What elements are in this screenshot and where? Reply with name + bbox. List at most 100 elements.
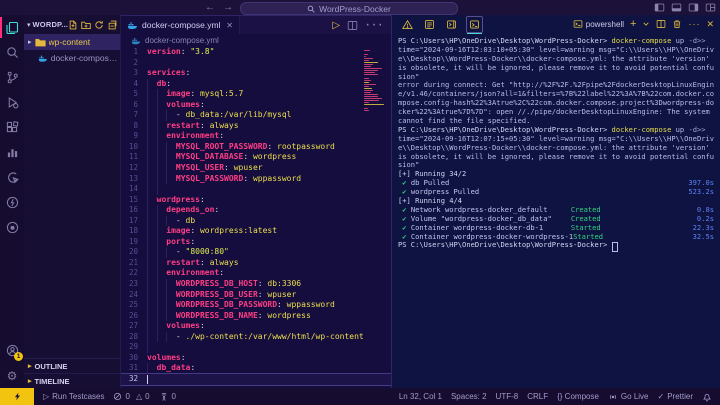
code-line[interactable]: 29 — [121, 342, 391, 353]
kill-terminal-icon[interactable] — [672, 19, 682, 29]
code-line[interactable]: 22 environment: — [121, 268, 391, 279]
code-line[interactable]: 17- db — [121, 216, 391, 227]
chevron-down-icon[interactable]: ▾ — [27, 21, 31, 29]
encoding[interactable]: UTF-8 — [496, 392, 519, 401]
code-line[interactable]: 1 version: "3.8" — [121, 47, 391, 58]
tree-item-wp-content[interactable]: ▸ wp-content — [24, 34, 120, 50]
code-editor[interactable]: 1 version: "3.8" 2 3 services:4 db:5 image: my… — [121, 47, 391, 388]
code-line[interactable]: 20- "8000:80" — [121, 247, 391, 258]
code-line[interactable]: 31 db_data: — [121, 363, 391, 374]
live-share-icon[interactable] — [0, 165, 24, 190]
tree-item-docker-compose[interactable]: docker-compose.yml — [24, 50, 120, 66]
github-icon[interactable] — [0, 215, 24, 240]
nav-forward-icon[interactable]: → — [223, 0, 233, 15]
outline-section[interactable]: ▸ OUTLINE — [24, 358, 120, 373]
code-line[interactable]: 27 volumes: — [121, 321, 391, 332]
code-line[interactable]: 23 WORDPRESS_DB_HOST: db:3306 — [121, 279, 391, 290]
terminal-output[interactable]: PS C:\Users\HP\OneDrive\Desktop\WordPres… — [392, 33, 720, 388]
new-folder-icon[interactable] — [81, 20, 91, 30]
customize-layout-icon[interactable] — [705, 2, 716, 13]
debug-console-tab-icon[interactable] — [444, 17, 459, 32]
code-line[interactable]: 16 depends_on: — [121, 205, 391, 216]
code-line[interactable]: 13 MYSQL_PASSWORD: wppassword — [121, 174, 391, 185]
collapse-all-icon[interactable] — [107, 20, 117, 30]
notifications-bell-icon[interactable] — [702, 392, 712, 402]
run-file-icon[interactable]: ▷ — [332, 20, 340, 31]
breadcrumb[interactable]: docker-compose.yml — [121, 34, 391, 47]
code-line[interactable]: 14 — [121, 184, 391, 195]
toggle-sidebar-icon[interactable] — [654, 2, 665, 13]
code-line[interactable]: 21 restart: always — [121, 258, 391, 269]
terminal-line: is obsolete, it will be ignored, please … — [398, 62, 715, 72]
chevron-right-icon: ▸ — [28, 39, 32, 46]
thunder-client-icon[interactable] — [0, 190, 24, 215]
refresh-icon[interactable] — [94, 20, 104, 30]
more-actions-icon[interactable]: ··· — [365, 16, 384, 34]
language-mode[interactable]: {} Compose — [557, 392, 599, 401]
indentation[interactable]: Spaces: 2 — [451, 392, 487, 401]
accounts-icon[interactable]: 1 — [0, 338, 24, 363]
code-line[interactable]: 24 WORDPRESS_DB_USER: wpuser — [121, 290, 391, 301]
code-line[interactable]: 19 ports: — [121, 237, 391, 248]
nav-back-icon[interactable]: ← — [205, 0, 215, 15]
command-center-search[interactable]: WordPress-Docker — [240, 2, 458, 15]
shell-session[interactable]: powershell — [573, 19, 624, 29]
broadcast-icon — [609, 394, 616, 399]
code-line[interactable]: 12 MYSQL_USER: wpuser — [121, 163, 391, 174]
remote-indicator[interactable] — [0, 388, 34, 405]
code-line[interactable]: 30 volumes: — [121, 353, 391, 364]
code-line[interactable]: 10 MYSQL_ROOT_PASSWORD: rootpassword — [121, 142, 391, 153]
code-line[interactable]: 3 services: — [121, 68, 391, 79]
code-line[interactable]: 25 WORDPRESS_DB_PASSWORD: wppassword — [121, 300, 391, 311]
code-line[interactable]: 18 image: wordpress:latest — [121, 226, 391, 237]
errors-icon — [114, 392, 122, 401]
source-control-icon[interactable] — [0, 65, 24, 90]
code-line[interactable]: 26 WORDPRESS_DB_NAME: wordpress — [121, 311, 391, 322]
code-line[interactable]: 28- ./wp-content:/var/www/html/wp-conten… — [121, 332, 391, 343]
code-line[interactable]: 7- db_data:/var/lib/mysql — [121, 110, 391, 121]
code-line[interactable]: 15 wordpress: — [121, 195, 391, 206]
toggle-panel-icon[interactable] — [671, 2, 682, 13]
code-line[interactable]: 2 — [121, 58, 391, 69]
close-tab-icon[interactable]: ✕ — [226, 21, 233, 30]
extensions-icon[interactable] — [0, 115, 24, 140]
breadcrumb-item[interactable]: docker-compose.yml — [145, 36, 219, 45]
ports-indicator[interactable]: 0 — [159, 392, 176, 402]
code-line[interactable]: 6 volumes: — [121, 100, 391, 111]
search-view-icon[interactable] — [0, 40, 24, 65]
code-line[interactable]: 4 db: — [121, 79, 391, 90]
terminal-panel: powershell + ··· ✕ PS C:\Users\HP\OneDri… — [391, 15, 720, 388]
code-line[interactable]: 8 restart: always — [121, 121, 391, 132]
code-line[interactable]: 5 image: mysql:5.7 — [121, 89, 391, 100]
explorer-sidebar: ▾ WORDP... ▸ wp-content docker-compose.y… — [24, 15, 121, 388]
new-file-icon[interactable] — [68, 20, 78, 30]
split-terminal-icon[interactable] — [656, 19, 666, 29]
close-panel-icon[interactable]: ✕ — [706, 19, 714, 30]
problems-tab-icon[interactable] — [400, 17, 415, 32]
file-tree: ▸ wp-content docker-compose.yml — [24, 34, 120, 358]
run-testcases-button[interactable]: ▷ Run Testcases — [43, 392, 104, 401]
new-terminal-icon[interactable]: + — [630, 18, 636, 30]
toggle-secondary-sidebar-icon[interactable] — [688, 2, 699, 13]
terminal-tab-icon[interactable] — [466, 15, 483, 34]
minimap[interactable] — [364, 50, 386, 114]
go-live-button[interactable]: Go Live — [608, 392, 649, 402]
code-line[interactable]: 11 MYSQL_DATABASE: wordpress — [121, 152, 391, 163]
terminal-dropdown-icon[interactable] — [642, 20, 650, 28]
more-actions-icon[interactable]: ··· — [688, 19, 700, 29]
problems-summary[interactable]: 0 △ 0 — [113, 392, 150, 401]
explorer-icon[interactable] — [0, 15, 24, 40]
code-line[interactable]: 32 — [121, 373, 391, 385]
tab-docker-compose[interactable]: docker-compose.yml ✕ — [121, 16, 240, 34]
code-line[interactable]: 9 environment: — [121, 131, 391, 142]
run-debug-icon[interactable] — [0, 90, 24, 115]
chart-extension-icon[interactable] — [0, 140, 24, 165]
prettier-button[interactable]: ✓ Prettier — [658, 392, 694, 401]
timeline-section[interactable]: ▸ TIMELINE — [24, 373, 120, 388]
cursor-position[interactable]: Ln 32, Col 1 — [399, 392, 442, 401]
eol-sequence[interactable]: CRLF — [527, 392, 548, 401]
split-editor-icon[interactable] — [347, 20, 358, 31]
settings-gear-icon[interactable]: ⚙ — [0, 363, 24, 388]
docker-icon — [131, 37, 141, 44]
output-tab-icon[interactable] — [422, 17, 437, 32]
